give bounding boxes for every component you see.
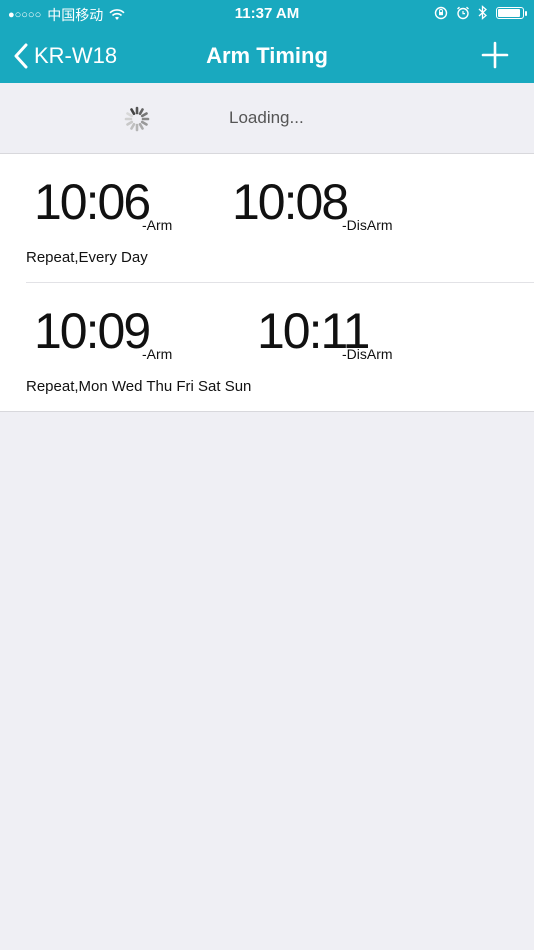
disarm-label: -DisArm bbox=[342, 217, 393, 233]
timer-list: 10:06 -Arm 10:08 -DisArm Repeat,Every Da… bbox=[0, 154, 534, 412]
timer-item[interactable]: 10:09 -Arm 10:11 -DisArm Repeat,Mon Wed … bbox=[26, 282, 534, 411]
navigation-bar: KR-W18 Arm Timing bbox=[0, 28, 534, 83]
repeat-schedule: Repeat,Every Day bbox=[26, 249, 148, 266]
arm-time: 10:06 bbox=[34, 174, 151, 230]
loading-text: Loading... bbox=[229, 108, 304, 127]
spinner-icon bbox=[124, 106, 150, 132]
arm-time: 10:09 bbox=[34, 303, 151, 359]
battery-icon bbox=[496, 6, 527, 19]
orientation-lock-icon bbox=[434, 6, 448, 19]
status-bar: ●○○○○ 中国移动 11:37 AM bbox=[0, 0, 534, 28]
timer-item[interactable]: 10:06 -Arm 10:08 -DisArm Repeat,Every Da… bbox=[0, 154, 534, 282]
page-title: Arm Timing bbox=[206, 43, 328, 68]
alarm-clock-icon bbox=[457, 6, 469, 19]
bluetooth-icon bbox=[478, 5, 487, 20]
loading-indicator: Loading... bbox=[0, 83, 534, 154]
add-icon[interactable] bbox=[478, 38, 512, 72]
disarm-label: -DisArm bbox=[342, 346, 393, 362]
arm-label: -Arm bbox=[142, 217, 173, 233]
status-right bbox=[434, 5, 527, 20]
disarm-time: 10:08 bbox=[232, 174, 349, 230]
repeat-schedule: Repeat,Mon Wed Thu Fri Sat Sun bbox=[26, 378, 252, 395]
arm-label: -Arm bbox=[142, 346, 173, 362]
